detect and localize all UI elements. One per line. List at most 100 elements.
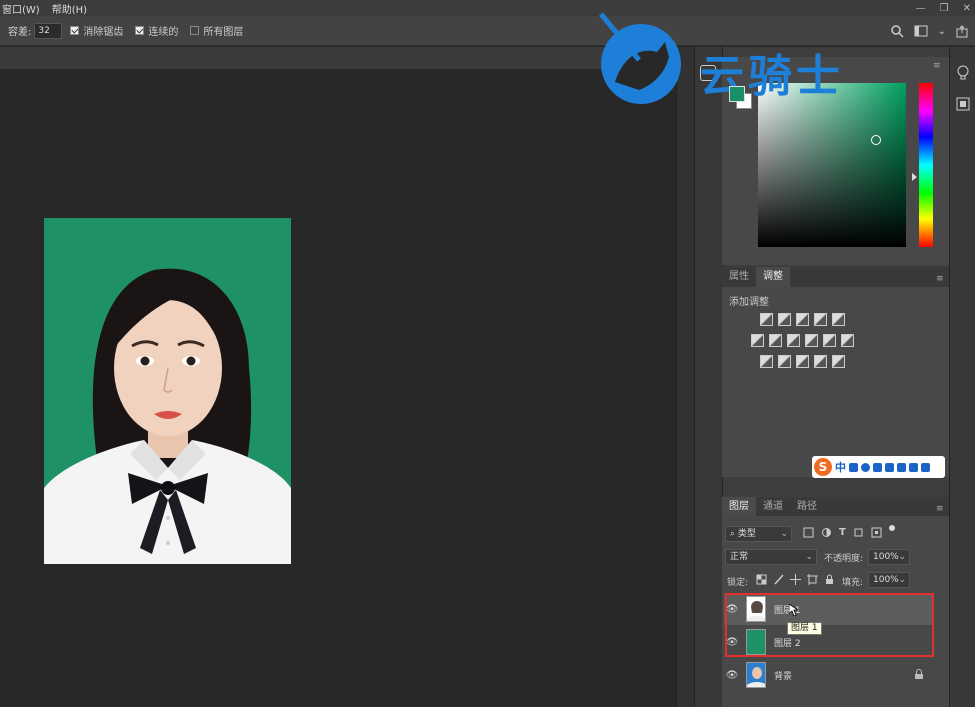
menu-window[interactable]: 窗口(W)	[0, 1, 40, 16]
chevron-down-icon[interactable]: ⌄	[938, 26, 946, 37]
opacity-input[interactable]: 100% ⌄	[868, 549, 910, 565]
photo-filter-icon[interactable]	[805, 334, 818, 347]
lock-move-icon[interactable]	[790, 574, 801, 585]
curves-icon[interactable]	[796, 313, 809, 326]
lock-label: 锁定:	[727, 578, 749, 588]
filter-kind-value: 类型	[737, 529, 756, 539]
options-right-tools: ⌄	[890, 16, 969, 46]
lock-artboard-icon[interactable]	[807, 574, 818, 585]
adjust-icons-row-1	[760, 313, 845, 326]
selective-color-icon[interactable]	[814, 355, 827, 368]
lock-transparent-icon[interactable]	[756, 574, 767, 585]
document-photo[interactable]	[44, 218, 291, 564]
portrait-image	[44, 268, 291, 564]
hue-saturation-icon[interactable]	[751, 334, 764, 347]
color-field[interactable]	[758, 83, 906, 247]
sogou-logo-icon[interactable]: S	[814, 458, 832, 476]
minimize-icon[interactable]: —	[916, 3, 926, 14]
tab-channels[interactable]: 通道	[756, 497, 790, 517]
tab-paths[interactable]: 路径	[790, 497, 824, 517]
blend-mode-select[interactable]: 正常 ⌄	[725, 549, 817, 565]
menubar: 窗口(W) 帮助(H)	[0, 0, 975, 16]
black-white-icon[interactable]	[787, 334, 800, 347]
hue-slider-handle[interactable]	[912, 173, 917, 181]
toolbox-icon[interactable]	[921, 462, 930, 472]
learn-bulb-icon[interactable]	[956, 65, 970, 81]
contiguous-option[interactable]: 连续的	[135, 23, 178, 38]
mouse-cursor-icon	[789, 604, 798, 616]
layer-name-tooltip: 图层 1	[787, 622, 822, 635]
menu-help[interactable]: 帮助(H)	[50, 1, 87, 16]
skin-icon[interactable]	[909, 462, 918, 472]
exposure-icon[interactable]	[814, 313, 827, 326]
filter-shape-icon[interactable]	[853, 527, 864, 538]
vibrance-icon[interactable]	[832, 313, 845, 326]
canvas-scrollbar[interactable]	[676, 47, 694, 707]
filter-type-icon[interactable]: T	[839, 527, 846, 538]
contiguous-label: 连续的	[148, 27, 179, 38]
all-layers-checkbox[interactable]	[190, 26, 200, 35]
brightness-icon[interactable]	[760, 313, 773, 326]
share-icon[interactable]	[956, 24, 969, 38]
filter-smart-object-icon[interactable]	[871, 527, 882, 538]
emoji-icon[interactable]	[861, 462, 870, 472]
hue-slider[interactable]	[919, 83, 933, 247]
tab-properties[interactable]: 属性	[722, 267, 756, 287]
layer-row-background[interactable]: 👁 背景	[724, 659, 934, 691]
layer-filter-select[interactable]: ⌕ 类型 ⌄	[725, 526, 792, 542]
filter-pixel-icon[interactable]	[803, 527, 814, 538]
filter-adjustment-icon[interactable]	[821, 527, 832, 538]
adjust-icons-row-3	[760, 355, 845, 368]
antialias-checkbox[interactable]	[70, 26, 80, 35]
punctuation-icon[interactable]	[849, 462, 858, 472]
chevron-down-icon: ⌄	[805, 552, 813, 562]
libraries-icon[interactable]	[956, 97, 970, 111]
foreground-color-swatch[interactable]	[729, 86, 745, 102]
tolerance-label: 容差:	[8, 27, 32, 38]
watermark-text: 云骑士	[700, 51, 844, 102]
posterize-icon[interactable]	[778, 355, 791, 368]
lock-all-icon[interactable]	[824, 574, 835, 585]
workspace-icon[interactable]	[914, 25, 928, 37]
gradient-map-icon[interactable]	[832, 355, 845, 368]
tab-layers[interactable]: 图层	[722, 497, 756, 517]
selection-highlight-box	[725, 593, 934, 657]
collapsed-panel-dock	[694, 47, 722, 707]
blend-mode-value: 正常	[730, 552, 749, 562]
all-layers-option[interactable]: 所有图层	[190, 23, 243, 38]
color-balance-icon[interactable]	[769, 334, 782, 347]
panel-menu-icon[interactable]: ≡	[933, 61, 943, 71]
chevron-down-icon: ⌄	[780, 529, 788, 539]
close-icon[interactable]: ✕	[963, 3, 971, 14]
levels-icon[interactable]	[778, 313, 791, 326]
filter-search-icon: ⌕	[730, 529, 738, 539]
panel-menu-icon[interactable]: ≡	[929, 269, 944, 289]
ime-mode-label[interactable]: 中	[835, 459, 846, 475]
chevron-down-icon: ⌄	[898, 575, 906, 585]
color-picker-ring[interactable]	[871, 135, 881, 145]
invert-icon[interactable]	[760, 355, 773, 368]
keyboard-icon[interactable]	[885, 462, 894, 472]
color-lookup-icon[interactable]	[841, 334, 854, 347]
fill-value: 100%	[873, 575, 899, 585]
background-layer-name[interactable]: 背景	[774, 669, 792, 682]
knight-logo-icon	[599, 12, 681, 104]
search-icon[interactable]	[890, 24, 904, 38]
adjust-icons-row-2	[751, 334, 854, 347]
antialias-option[interactable]: 消除锯齿	[70, 23, 123, 38]
all-layers-label: 所有图层	[203, 27, 244, 38]
filter-toggle-icon[interactable]	[888, 525, 895, 531]
restore-icon[interactable]: ❐	[940, 3, 949, 14]
fill-input[interactable]: 100% ⌄	[868, 572, 910, 588]
chevron-down-icon: ⌄	[898, 552, 906, 562]
threshold-icon[interactable]	[796, 355, 809, 368]
tab-adjustments[interactable]: 调整	[756, 267, 790, 287]
visibility-eye-icon[interactable]: 👁	[724, 670, 740, 681]
opacity-label: 不透明度:	[824, 554, 864, 564]
contiguous-checkbox[interactable]	[135, 26, 145, 35]
user-icon[interactable]	[897, 462, 906, 472]
tolerance-input[interactable]: 32	[34, 22, 63, 39]
microphone-icon[interactable]	[873, 462, 882, 472]
channel-mixer-icon[interactable]	[823, 334, 836, 347]
lock-brush-icon[interactable]	[773, 574, 784, 585]
